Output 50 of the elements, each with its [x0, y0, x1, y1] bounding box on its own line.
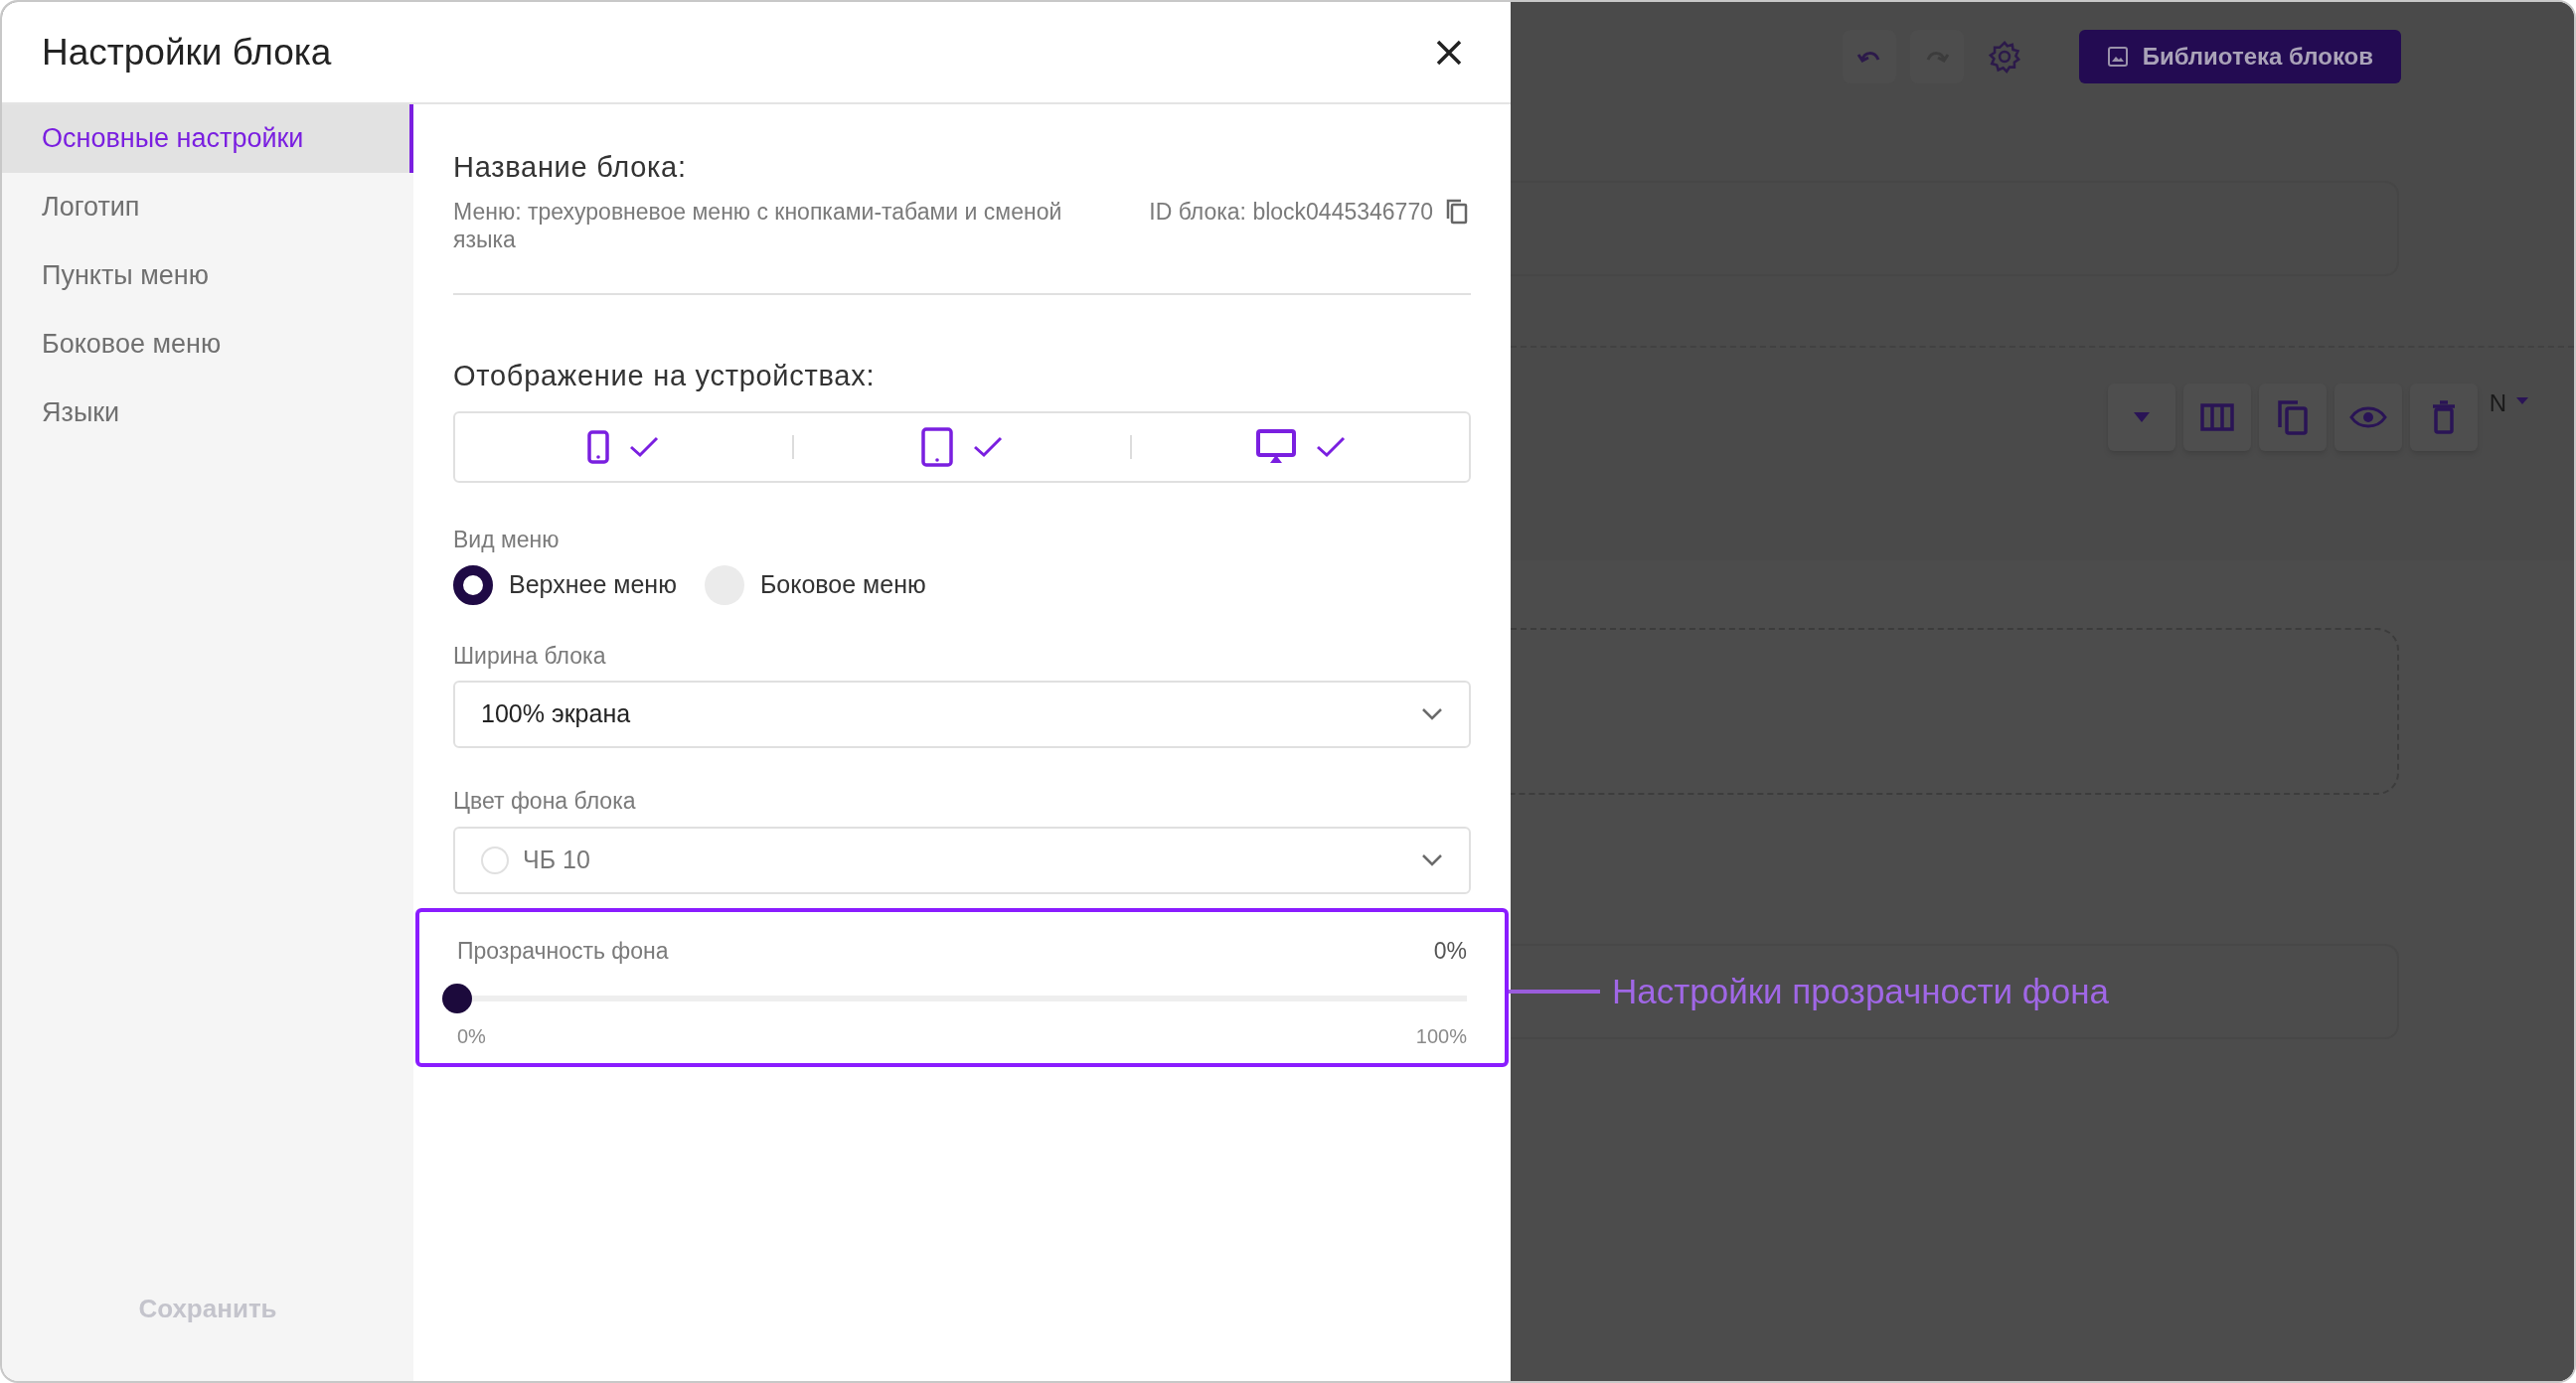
trash-icon: [2430, 400, 2457, 434]
block-library-button[interactable]: Библиотека блоков: [2078, 30, 2401, 83]
radio-option[interactable]: Боковое меню: [704, 564, 926, 605]
tablet-icon: [921, 427, 953, 467]
radio-icon: [453, 564, 493, 605]
caret-down-icon: [2133, 412, 2150, 422]
select-value: ЧБ 10: [523, 844, 590, 875]
sidebar-item[interactable]: Основные настройки: [2, 104, 413, 173]
section-heading: Отображение на устройствах:: [453, 358, 877, 393]
block-description: Меню: трехуровневое меню с кнопками-табами и сменой языка: [453, 197, 1063, 253]
monitor-icon: [1255, 429, 1296, 465]
color-select[interactable]: ЧБ 10: [453, 826, 1471, 894]
checkmark-icon: [629, 436, 660, 458]
slider-max-label: 100%: [1415, 1024, 1467, 1049]
field-label: Ширина блока: [453, 641, 607, 671]
copy-icon: [1445, 197, 1469, 226]
eye-icon: [2348, 405, 2387, 429]
sidebar-item[interactable]: Пункты меню: [2, 241, 413, 310]
radio-option[interactable]: Верхнее меню: [453, 564, 677, 605]
sidebar-item[interactable]: Логотип: [2, 173, 413, 241]
chevron-down-icon: [1421, 852, 1443, 867]
toolbar-button[interactable]: [2107, 384, 2175, 451]
section-heading: Название блока:: [453, 150, 688, 185]
field-label: Вид меню: [453, 526, 561, 554]
close-icon: [1435, 38, 1463, 67]
caret-down-icon: [2516, 397, 2528, 404]
settings-icon: [1987, 40, 2021, 74]
slider-label: Прозрачность фона: [457, 936, 669, 966]
toolbar-button[interactable]: [2334, 384, 2402, 451]
annotation-text: Настройки прозрачности фона: [1612, 970, 2109, 1012]
sidebar-item[interactable]: Языки: [2, 379, 413, 447]
copy-icon: [2276, 399, 2309, 435]
dialog-title: Настройки блока: [42, 30, 332, 75]
columns-icon: [2199, 403, 2234, 431]
toolbar-button[interactable]: [2409, 384, 2478, 451]
field-label: Цвет фона блока: [453, 787, 637, 816]
chevron-down-icon: [1421, 707, 1443, 721]
color-swatch: [481, 845, 509, 874]
slider-thumb[interactable]: [442, 984, 472, 1013]
checkmark-icon: [973, 436, 1003, 458]
slider-min-label: 0%: [457, 1024, 486, 1049]
toolbar-button[interactable]: [2182, 384, 2251, 451]
block-id: ID блока: block0445346770: [1149, 197, 1433, 226]
phone-icon: [587, 430, 610, 464]
sidebar-item[interactable]: Боковое меню: [2, 310, 413, 379]
slider-reading: 0%: [1433, 936, 1467, 966]
checkmark-icon: [1315, 436, 1346, 458]
width-select[interactable]: 100% экрана: [453, 681, 1471, 748]
image-icon: [2106, 46, 2129, 68]
toolbar-button[interactable]: [2258, 384, 2327, 451]
